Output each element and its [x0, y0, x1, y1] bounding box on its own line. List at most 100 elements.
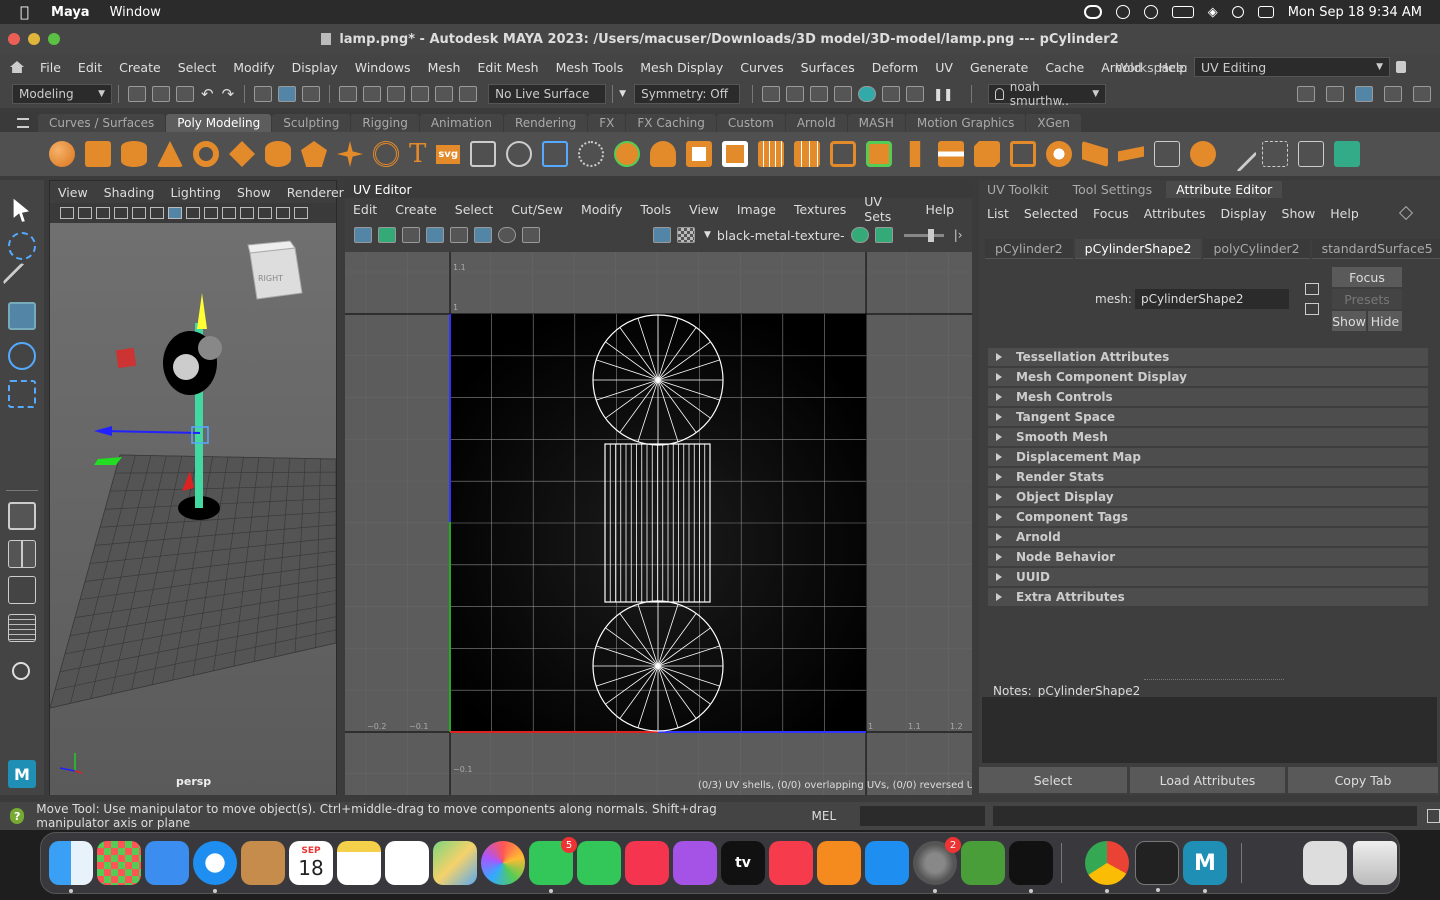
snap-curve-icon[interactable]: [363, 86, 382, 102]
uv-menu-uv-sets[interactable]: UV Sets: [864, 194, 907, 224]
go-to-output-icon[interactable]: [1305, 303, 1319, 315]
clock[interactable]: Mon Sep 18 9:34 AM: [1288, 5, 1422, 20]
news-icon[interactable]: [769, 841, 813, 885]
move-manipulator-x-tip[interactable]: [94, 426, 112, 436]
terminal-icon[interactable]: [1135, 841, 1179, 892]
measure-icon[interactable]: [505, 141, 532, 167]
capcut-icon[interactable]: [1009, 841, 1053, 893]
poly-torus-icon[interactable]: [193, 141, 219, 167]
messages-icon[interactable]: 5: [529, 837, 577, 893]
connect-icon[interactable]: [1153, 141, 1180, 167]
uv-checker-pattern-icon[interactable]: [677, 227, 695, 243]
shelf-tab-fx-caching[interactable]: FX Caching: [626, 114, 716, 132]
downloads-stack-icon[interactable]: [1303, 841, 1347, 885]
menu-modify[interactable]: Modify: [233, 60, 274, 75]
pin-icon[interactable]: [1398, 205, 1414, 221]
ae-menu-show[interactable]: Show: [1282, 206, 1316, 221]
hide-button[interactable]: Hide: [1368, 311, 1402, 331]
show-button[interactable]: Show: [1332, 311, 1366, 331]
undo-icon[interactable]: ↶: [201, 85, 214, 103]
channel-box-icon[interactable]: [1326, 86, 1344, 102]
boolean-icon[interactable]: [649, 141, 676, 167]
photos-icon[interactable]: [481, 841, 525, 885]
sweep-mesh-icon[interactable]: [337, 141, 363, 167]
snap-point-icon[interactable]: [387, 86, 406, 102]
move-manipulator-y[interactable]: [197, 293, 207, 329]
uv-checker-icon[interactable]: [402, 227, 420, 243]
minimize-button[interactable]: [28, 33, 40, 45]
zoom-button[interactable]: [48, 33, 60, 45]
maya-dock-icon[interactable]: M: [1183, 841, 1227, 893]
bookmark-icon[interactable]: [96, 207, 110, 219]
shelf-tab-custom[interactable]: Custom: [716, 114, 785, 132]
tool-settings-icon[interactable]: [1384, 86, 1402, 102]
outliner-icon[interactable]: [8, 614, 36, 642]
render-settings-icon[interactable]: [834, 86, 853, 102]
script-editor-icon[interactable]: [1427, 809, 1440, 823]
app-store-icon[interactable]: [865, 841, 909, 885]
reduce-icon[interactable]: [793, 141, 820, 167]
textured-icon[interactable]: [186, 207, 200, 219]
extrude-icon[interactable]: [909, 141, 921, 167]
apple-tv-icon[interactable]: tv: [721, 841, 765, 885]
uv-grid-toggle-icon[interactable]: [450, 227, 468, 243]
facetime-icon[interactable]: [577, 841, 621, 885]
lock-icon[interactable]: [1396, 61, 1406, 73]
smooth-shade-icon[interactable]: [168, 207, 182, 219]
notes-textarea[interactable]: [982, 697, 1437, 763]
section-mesh-component-display[interactable]: Mesh Component Display: [988, 368, 1428, 386]
menu-uv[interactable]: UV: [935, 60, 953, 75]
viewport-menu-show[interactable]: Show: [237, 185, 271, 200]
reminders-icon[interactable]: [385, 841, 429, 885]
cleanup-icon[interactable]: [865, 141, 892, 167]
node-tab-pcylinder2[interactable]: pCylinder2: [985, 239, 1073, 259]
ipr-render-icon[interactable]: [810, 86, 829, 102]
menu-mesh[interactable]: Mesh: [428, 60, 461, 75]
shelf-extra-icon[interactable]: [1333, 141, 1360, 167]
uv-menu-create[interactable]: Create: [395, 202, 437, 217]
select-button[interactable]: Select: [979, 767, 1127, 793]
rotate-tool-icon[interactable]: [8, 342, 36, 370]
apple-icon[interactable]: : [20, 3, 29, 21]
svg-tool-icon[interactable]: svg: [436, 144, 460, 164]
menu-select[interactable]: Select: [178, 60, 217, 75]
xray-icon[interactable]: [240, 207, 254, 219]
search-icon[interactable]: [1231, 6, 1244, 18]
airdrop-icon[interactable]: [1143, 5, 1158, 19]
section-component-tags[interactable]: Component Tags: [988, 508, 1428, 526]
contacts-icon[interactable]: [241, 841, 285, 885]
uv-menu-tools[interactable]: Tools: [640, 202, 671, 217]
home-icon[interactable]: [10, 61, 24, 73]
uv-menu-modify[interactable]: Modify: [581, 202, 622, 217]
shelf-tab-rendering[interactable]: Rendering: [504, 114, 588, 132]
uv-editor-icon[interactable]: [1297, 141, 1324, 167]
chevron-down-icon[interactable]: ▼: [619, 89, 626, 99]
bridge-icon[interactable]: [937, 141, 964, 167]
open-scene-icon[interactable]: [152, 86, 170, 102]
camera-attr-icon[interactable]: [78, 207, 92, 219]
section-extra-attributes[interactable]: Extra Attributes: [988, 588, 1428, 606]
combine-icon[interactable]: [685, 141, 712, 167]
section-smooth-mesh[interactable]: Smooth Mesh: [988, 428, 1428, 446]
snap-pivot-icon[interactable]: [459, 86, 478, 102]
menu-mesh-tools[interactable]: Mesh Tools: [556, 60, 624, 75]
mesh-name-field[interactable]: pCylinderShape2: [1135, 289, 1289, 309]
layer-editor-icon[interactable]: [1413, 86, 1431, 102]
section-object-display[interactable]: Object Display: [988, 488, 1428, 506]
shelf-tab-xgen[interactable]: XGen: [1026, 114, 1081, 132]
uv-menu-help[interactable]: Help: [926, 202, 955, 217]
image-plane-icon[interactable]: [114, 207, 128, 219]
wireframe-icon[interactable]: [150, 207, 164, 219]
attribute-editor-toggle-icon[interactable]: [1355, 86, 1373, 102]
single-view-icon[interactable]: [8, 502, 36, 530]
render-sequence-icon[interactable]: [786, 86, 805, 102]
uv-shaded-icon[interactable]: [354, 227, 372, 243]
shelf-menu-icon[interactable]: [17, 118, 29, 128]
uv-menu-textures[interactable]: Textures: [794, 202, 846, 217]
load-attributes-button[interactable]: Load Attributes: [1130, 767, 1285, 793]
camera-icon[interactable]: [60, 207, 74, 219]
chevron-down-icon[interactable]: ▼: [704, 230, 711, 240]
bevel-icon[interactable]: [973, 141, 1000, 167]
focus-button[interactable]: Focus: [1332, 267, 1402, 287]
uv-canvas[interactable]: 1.1 1 −0.2 −0.1 1 1.1 1.2 −0.1 (0/3) UV …: [345, 252, 972, 795]
